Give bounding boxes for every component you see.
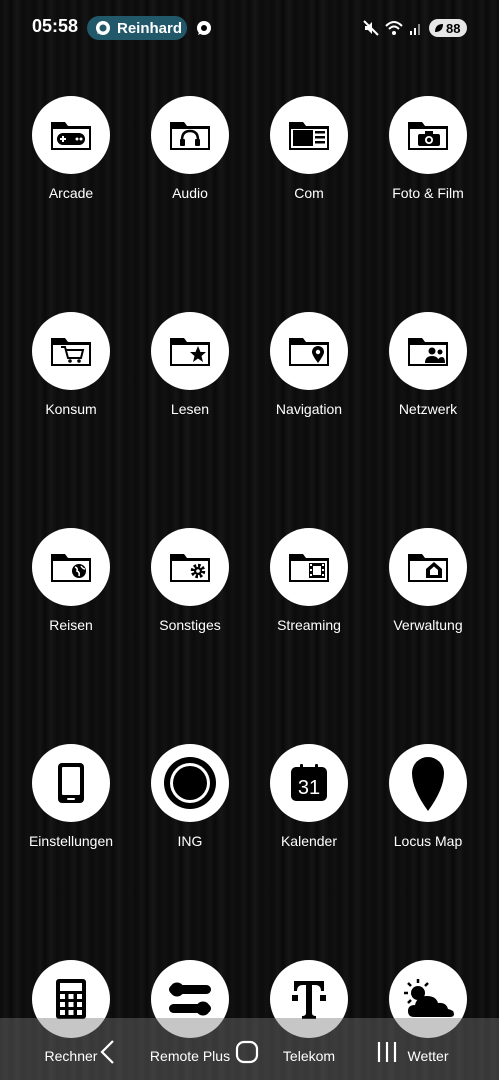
signal-icon (410, 24, 420, 35)
app-label: Lesen (170, 401, 210, 417)
app-streaming[interactable]: Streaming (249, 528, 369, 633)
app-label: Verwaltung (393, 617, 463, 633)
calendar-icon: 31 (291, 764, 327, 801)
chat-bubble-icon (96, 21, 110, 35)
app-verwaltung[interactable]: Verwaltung (368, 528, 488, 633)
ring-icon (164, 757, 216, 809)
folder-globe-icon (51, 554, 91, 582)
app-com[interactable]: Com (249, 96, 369, 201)
telekom-t-icon (292, 981, 326, 1019)
app-label: Konsum (45, 401, 97, 417)
app-label: Locus Map (393, 833, 463, 849)
wifi-icon (385, 21, 403, 35)
battery-level: 88 (446, 20, 461, 36)
notification-chat-icon (197, 21, 211, 35)
mute-icon (363, 20, 379, 36)
app-label: Arcade (48, 185, 94, 201)
app-ing[interactable]: ING (130, 744, 250, 849)
folder-home-icon (408, 554, 448, 582)
toggles-icon (169, 982, 211, 1016)
folder-headphones-icon (170, 122, 210, 150)
app-foto-film[interactable]: Foto & Film (368, 96, 488, 201)
app-navigation[interactable]: Navigation (249, 312, 369, 417)
folder-camera-icon (408, 122, 448, 150)
folder-film-icon (289, 554, 329, 582)
calendar-day: 31 (298, 777, 320, 799)
map-pin-icon (412, 757, 444, 811)
app-label: Kalender (280, 833, 338, 849)
app-lesen[interactable]: Lesen (130, 312, 250, 417)
app-reisen[interactable]: Reisen (11, 528, 131, 633)
app-label: Remote Plus (149, 1048, 231, 1064)
app-label: Audio (172, 185, 208, 201)
battery-indicator: 88 (429, 19, 467, 37)
folder-pin-icon (289, 338, 329, 366)
app-label: Reisen (49, 617, 93, 633)
chip-label: Reinhard (117, 19, 183, 37)
app-label: Wetter (407, 1048, 449, 1064)
app-netzwerk[interactable]: Netzwerk (368, 312, 488, 417)
tablet-icon (58, 763, 84, 803)
folder-people-icon (408, 338, 448, 366)
app-label: Streaming (277, 617, 341, 633)
account-chip[interactable]: Reinhard (87, 16, 187, 40)
app-einstellungen[interactable]: Einstellungen (11, 744, 131, 849)
weather-icon (404, 979, 454, 1017)
app-audio[interactable]: Audio (130, 96, 250, 201)
app-label: Foto & Film (392, 185, 464, 201)
app-label: Netzwerk (398, 401, 458, 417)
folder-gear-icon (170, 554, 210, 582)
app-label: Rechner (44, 1048, 98, 1064)
app-label: Telekom (282, 1048, 336, 1064)
app-kalender[interactable]: 31 Kalender (249, 744, 369, 849)
app-label: Com (294, 185, 324, 201)
folder-document-icon (289, 122, 329, 150)
folder-star-icon (170, 338, 210, 366)
status-bar: 05:58 Reinhard 88 (0, 0, 499, 54)
status-icons: 88 (363, 16, 467, 40)
leaf-icon (435, 24, 443, 32)
home-screen: 05:58 Reinhard 88 Arcade Audio Com Foto … (0, 0, 499, 1080)
app-label: Sonstiges (159, 617, 221, 633)
app-locus-map[interactable]: Locus Map (368, 744, 488, 849)
app-sonstiges[interactable]: Sonstiges (130, 528, 250, 633)
app-arcade[interactable]: Arcade (11, 96, 131, 201)
folder-cart-icon (51, 338, 91, 366)
calculator-icon (56, 979, 86, 1019)
clock: 05:58 (32, 16, 79, 36)
app-konsum[interactable]: Konsum (11, 312, 131, 417)
app-label: ING (177, 833, 203, 849)
app-label: Einstellungen (28, 833, 114, 849)
app-label: Navigation (275, 401, 343, 417)
folder-gamepad-icon (51, 122, 91, 150)
